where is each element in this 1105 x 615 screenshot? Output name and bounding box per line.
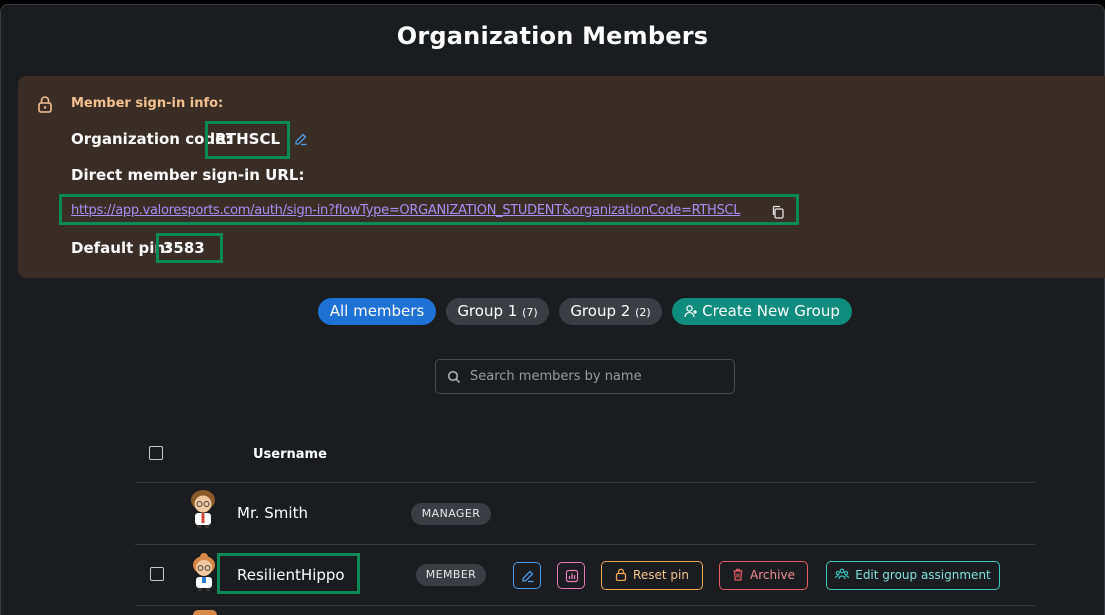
member-name: Mr. Smith <box>237 504 308 522</box>
edit-org-code-icon[interactable] <box>294 132 308 146</box>
edit-group-assignment-button[interactable]: Edit group assignment <box>826 561 1000 590</box>
avatar <box>193 553 215 591</box>
filter-group-2-count: (2) <box>635 306 651 319</box>
bar-chart-icon <box>565 569 579 583</box>
edit-member-button[interactable] <box>513 562 541 589</box>
row-select-checkbox[interactable] <box>150 567 164 581</box>
avatar <box>191 490 215 528</box>
filter-all-members[interactable]: All members <box>318 298 436 325</box>
edit-group-label: Edit group assignment <box>855 568 991 582</box>
copy-icon[interactable] <box>771 205 785 219</box>
search-field[interactable] <box>435 359 735 394</box>
member-name: ResilientHippo <box>237 566 345 584</box>
select-all-checkbox[interactable] <box>149 446 163 460</box>
archive-button[interactable]: Archive <box>719 561 808 590</box>
lock-icon <box>615 568 627 582</box>
trash-icon <box>733 568 743 581</box>
member-stats-button[interactable] <box>557 562 585 589</box>
search-icon <box>447 370 461 384</box>
filter-group-2-label: Group 2 <box>570 302 631 320</box>
filter-group-1-label: Group 1 <box>457 302 518 320</box>
role-badge: MANAGER <box>411 503 491 525</box>
role-badge: MEMBER <box>416 564 486 586</box>
search-input[interactable] <box>470 360 730 393</box>
create-group-label: Create New Group <box>702 302 840 320</box>
divider <box>135 482 1035 483</box>
divider <box>135 544 1035 545</box>
signin-info-heading: Member sign-in info: <box>71 96 224 111</box>
page-title: Organization Members <box>396 22 709 50</box>
column-header-username: Username <box>253 447 327 462</box>
create-group-button[interactable]: Create New Group <box>672 298 852 325</box>
filter-all-members-label: All members <box>329 302 425 320</box>
filter-group-2[interactable]: Group 2 (2) <box>559 298 662 325</box>
archive-label: Archive <box>750 568 795 582</box>
default-pin-value: 3583 <box>163 239 205 257</box>
direct-url-label: Direct member sign-in URL: <box>71 166 305 184</box>
org-code-value: RTHSCL <box>215 130 281 148</box>
lock-icon <box>38 96 52 113</box>
filter-group-1[interactable]: Group 1 (7) <box>446 298 549 325</box>
filter-group-1-count: (7) <box>522 306 538 319</box>
reset-pin-label: Reset pin <box>633 568 689 582</box>
group-icon <box>835 568 850 580</box>
edit-icon <box>522 570 534 583</box>
reset-pin-button[interactable]: Reset pin <box>601 561 703 590</box>
divider <box>135 605 1035 606</box>
direct-signin-link[interactable]: https://app.valoresports.com/auth/sign-i… <box>71 203 740 218</box>
signin-info-panel: Member sign-in info: Organization code: … <box>18 76 1105 278</box>
avatar <box>193 610 217 615</box>
add-user-icon <box>684 305 698 318</box>
